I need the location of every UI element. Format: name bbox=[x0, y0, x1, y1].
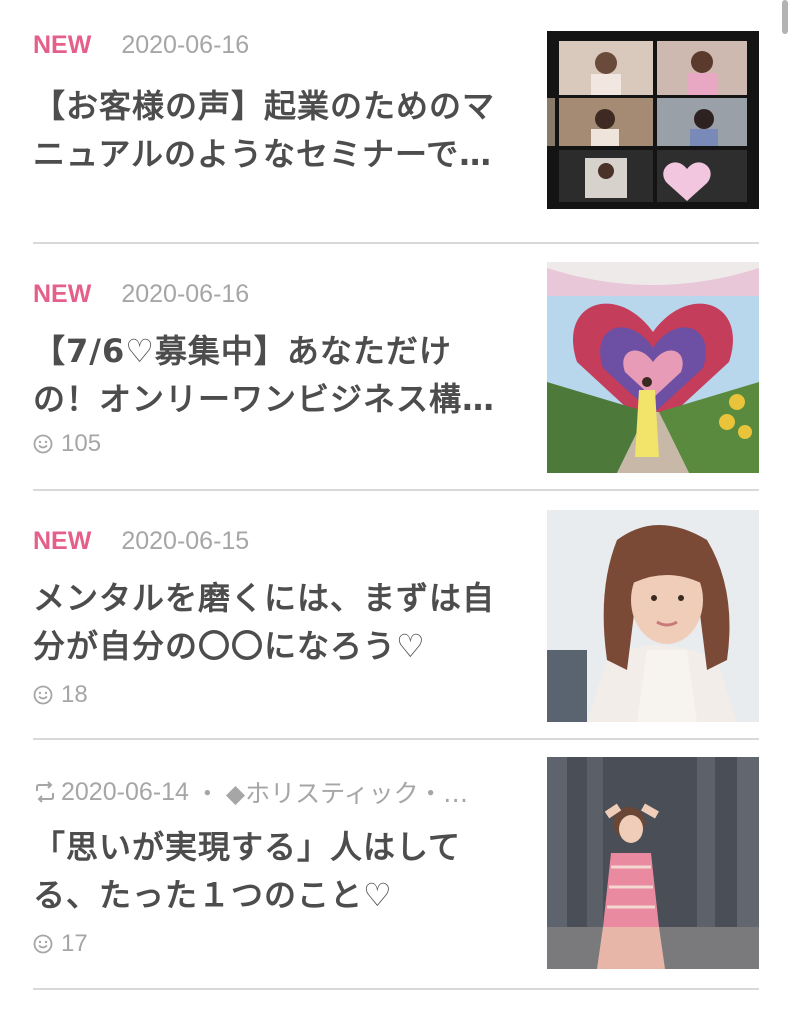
woman-posing-photo-icon bbox=[547, 757, 759, 969]
smile-icon bbox=[33, 685, 53, 705]
reactions[interactable]: 105 bbox=[33, 429, 101, 459]
reaction-count: 105 bbox=[61, 430, 102, 457]
reaction-count: 18 bbox=[61, 681, 88, 708]
entry-divider bbox=[33, 242, 759, 244]
article-entry[interactable]: 2020-06-14 ・ ◆ホリスティック・… 「思いが実現する」人はしてる、た… bbox=[33, 757, 759, 1022]
entry-date: 2020-06-15 bbox=[121, 526, 250, 555]
reactions[interactable]: 18 bbox=[33, 680, 88, 710]
new-badge: NEW bbox=[33, 526, 92, 555]
entry-thumbnail[interactable] bbox=[547, 262, 759, 473]
smile-icon bbox=[33, 934, 53, 954]
reblog-icon bbox=[33, 781, 57, 803]
entry-thumbnail[interactable] bbox=[547, 510, 759, 722]
entry-date: 2020-06-16 bbox=[121, 279, 250, 308]
article-entry[interactable]: NEW 2020-06-16 【お客様の声】起業のためのマニュアルのようなセミナ… bbox=[33, 30, 759, 275]
entry-title[interactable]: 【お客様の声】起業のためのマニュアルのようなセミナーで… bbox=[33, 82, 513, 178]
entry-category[interactable]: ◆ホリスティック・… bbox=[226, 774, 468, 810]
entry-title[interactable]: 【7/6♡募集中】あなただけの！オンリーワンビジネス構築… bbox=[33, 327, 513, 423]
entry-divider bbox=[33, 489, 759, 491]
smile-icon bbox=[33, 434, 53, 454]
entry-thumbnail[interactable] bbox=[547, 757, 759, 969]
entry-meta: NEW 2020-06-15 bbox=[33, 526, 513, 556]
new-badge: NEW bbox=[33, 30, 92, 59]
article-entry[interactable]: NEW 2020-06-16 【7/6♡募集中】あなただけの！オンリーワンビジネ… bbox=[33, 262, 759, 524]
entry-divider bbox=[33, 738, 759, 740]
entry-title[interactable]: メンタルを磨くには、まずは自分が自分の〇〇になろう♡ bbox=[33, 574, 513, 670]
article-entry[interactable]: NEW 2020-06-15 メンタルを磨くには、まずは自分が自分の〇〇になろう… bbox=[33, 510, 759, 771]
scrollbar[interactable] bbox=[782, 0, 788, 34]
flower-heart-arch-photo-icon bbox=[547, 262, 759, 473]
reactions[interactable]: 17 bbox=[33, 929, 88, 959]
entry-date: 2020-06-16 bbox=[121, 30, 250, 59]
entry-meta: NEW 2020-06-16 bbox=[33, 279, 513, 309]
entry-meta: 2020-06-14 ・ ◆ホリスティック・… bbox=[33, 774, 513, 810]
video-call-grid-photo-icon bbox=[547, 31, 759, 209]
reaction-count: 17 bbox=[61, 930, 88, 957]
entry-thumbnail[interactable] bbox=[547, 31, 759, 209]
entry-meta: NEW 2020-06-16 bbox=[33, 30, 513, 60]
new-badge: NEW bbox=[33, 279, 92, 308]
entry-title[interactable]: 「思いが実現する」人はしてる、たった１つのこと♡ bbox=[33, 823, 513, 919]
entry-date: 2020-06-14 bbox=[61, 777, 189, 806]
portrait-photo-icon bbox=[547, 510, 759, 722]
meta-separator: ・ bbox=[194, 779, 220, 808]
